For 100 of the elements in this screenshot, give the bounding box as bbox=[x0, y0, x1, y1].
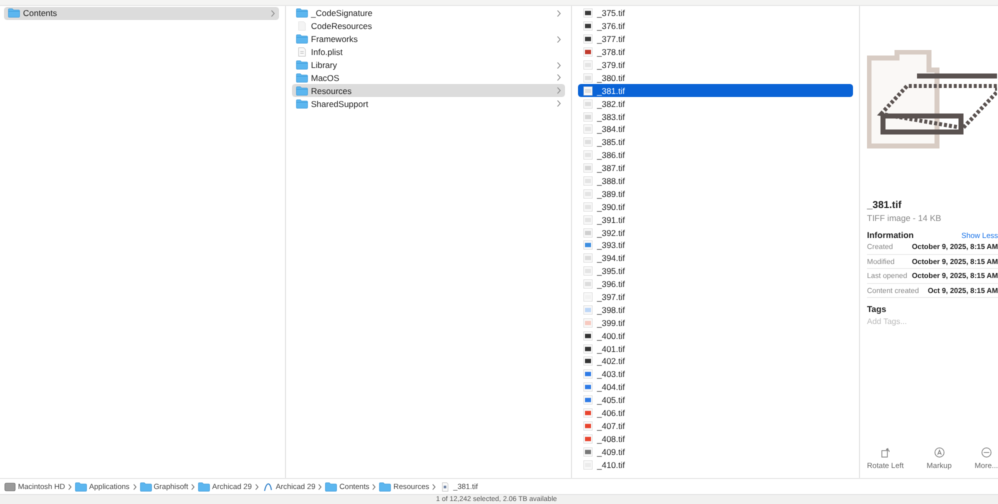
image-thumbnail-icon bbox=[582, 279, 594, 290]
app-icon bbox=[262, 482, 274, 492]
file-list-item[interactable]: _386.tif bbox=[578, 148, 853, 162]
image-thumbnail-icon bbox=[582, 150, 594, 160]
file-list-item[interactable]: _379.tif bbox=[578, 58, 853, 72]
image-thumbnail-icon bbox=[582, 60, 594, 70]
section-title: Tags bbox=[867, 304, 888, 314]
folder-icon bbox=[75, 482, 88, 492]
image-thumbnail-icon bbox=[582, 420, 594, 431]
file-kind-size: TIFF image - 14 KB bbox=[867, 213, 942, 223]
file-list-item[interactable]: _399.tif bbox=[578, 316, 853, 330]
file-list-item[interactable]: _393.tif bbox=[578, 239, 853, 252]
markup-icon bbox=[934, 447, 945, 458]
file-list-item[interactable]: _381.tif bbox=[578, 84, 853, 98]
image-thumbnail-icon bbox=[582, 8, 594, 18]
file-list-item[interactable]: _383.tif bbox=[578, 110, 853, 124]
file-list-item[interactable]: _398.tif bbox=[578, 303, 853, 316]
image-thumbnail-icon bbox=[582, 304, 594, 315]
image-thumbnail-icon bbox=[582, 292, 594, 302]
image-thumbnail-icon bbox=[582, 188, 594, 199]
rotate-icon bbox=[880, 447, 891, 458]
image-thumbnail-icon bbox=[582, 240, 594, 250]
image-thumbnail-icon bbox=[582, 163, 594, 174]
file-list-item[interactable]: _394.tif bbox=[578, 252, 853, 265]
folder-list-item[interactable]: Library bbox=[292, 58, 565, 72]
image-thumbnail-icon bbox=[582, 176, 594, 186]
folder-icon bbox=[296, 34, 308, 44]
file-list-item[interactable]: _401.tif bbox=[578, 342, 853, 356]
image-file-icon bbox=[439, 482, 452, 492]
file-list-item[interactable]: _384.tif bbox=[578, 123, 853, 136]
folder-icon bbox=[8, 8, 20, 18]
file-list-item[interactable]: _396.tif bbox=[578, 278, 853, 291]
file-list-item[interactable]: _400.tif bbox=[578, 329, 853, 342]
file-list-item[interactable]: _375.tif bbox=[578, 7, 853, 20]
image-thumbnail-icon bbox=[582, 266, 594, 276]
chevron-icon bbox=[318, 484, 322, 490]
file-list-item[interactable]: _404.tif bbox=[578, 380, 853, 394]
chevron-icon bbox=[432, 484, 436, 490]
folder-icon bbox=[296, 60, 308, 70]
file-list-item[interactable]: _403.tif bbox=[578, 368, 853, 381]
chevron-icon bbox=[191, 484, 196, 490]
file-list-item[interactable]: _406.tif bbox=[578, 406, 853, 420]
file-list-item[interactable]: _408.tif bbox=[578, 432, 853, 446]
folder-icon bbox=[296, 72, 308, 83]
folder-icon bbox=[296, 98, 308, 109]
image-thumbnail-icon bbox=[582, 253, 594, 264]
file-list-item[interactable]: _405.tif bbox=[578, 394, 853, 407]
file-list-item[interactable]: _402.tif bbox=[578, 355, 853, 368]
file-list-item[interactable]: _407.tif bbox=[578, 420, 853, 432]
image-thumbnail-icon bbox=[582, 408, 594, 418]
image-thumbnail-icon bbox=[582, 86, 594, 96]
folder-icon bbox=[296, 86, 308, 96]
tags-field[interactable]: Add Tags... bbox=[867, 317, 987, 326]
chevron-icon bbox=[254, 484, 259, 490]
document-icon bbox=[296, 47, 308, 58]
file-list-item[interactable]: _395.tif bbox=[578, 264, 853, 278]
image-thumbnail-icon bbox=[582, 318, 594, 328]
folder-list-item[interactable]: Frameworks bbox=[292, 32, 565, 46]
image-thumbnail-icon bbox=[582, 228, 594, 238]
file-list-item[interactable]: _389.tif bbox=[578, 187, 853, 200]
folder-list-item[interactable]: MacOS bbox=[292, 71, 565, 84]
file-list-item[interactable]: _410.tif bbox=[578, 458, 853, 472]
image-thumbnail-icon bbox=[582, 72, 594, 83]
folder-list-item[interactable]: Info.plist bbox=[292, 46, 565, 59]
image-thumbnail-icon bbox=[582, 98, 594, 109]
file-list-item[interactable]: _392.tif bbox=[578, 226, 853, 240]
image-thumbnail-icon bbox=[582, 434, 594, 444]
folder-list-item[interactable]: _CodeSignature bbox=[292, 7, 565, 20]
folder-list-item[interactable]: Contents bbox=[4, 7, 279, 20]
section-title: Information bbox=[867, 230, 914, 240]
image-thumbnail-icon bbox=[582, 202, 594, 212]
folder-list-item[interactable]: Resources bbox=[292, 84, 565, 98]
file-list-item[interactable]: _390.tif bbox=[578, 200, 853, 214]
file-list-item[interactable]: _385.tif bbox=[578, 136, 853, 149]
file-name: _381.tif bbox=[867, 200, 902, 211]
folder-icon bbox=[198, 482, 210, 492]
file-list-item[interactable]: _378.tif bbox=[578, 46, 853, 59]
more-icon bbox=[980, 447, 992, 458]
image-thumbnail-icon bbox=[582, 112, 594, 122]
file-list-item[interactable]: _387.tif bbox=[578, 162, 853, 175]
folder-icon bbox=[379, 482, 392, 492]
image-thumbnail-icon bbox=[582, 395, 594, 406]
file-list-item[interactable]: _377.tif bbox=[578, 32, 853, 46]
folder-list-item[interactable]: CodeResources bbox=[292, 20, 565, 33]
image-thumbnail-icon bbox=[582, 356, 594, 366]
image-thumbnail-icon bbox=[582, 47, 594, 58]
file-list-item[interactable]: _380.tif bbox=[578, 71, 853, 84]
file-list-item[interactable]: _397.tif bbox=[578, 290, 853, 304]
chevron-icon bbox=[132, 484, 137, 490]
image-thumbnail-icon bbox=[582, 137, 594, 148]
file-list-item[interactable]: _391.tif bbox=[578, 213, 853, 226]
folder-icon bbox=[296, 8, 308, 18]
image-thumbnail-icon bbox=[582, 21, 594, 32]
file-list-item[interactable]: _409.tif bbox=[578, 445, 853, 458]
file-list-item[interactable]: _382.tif bbox=[578, 97, 853, 110]
folder-list-item[interactable]: SharedSupport bbox=[292, 97, 565, 110]
image-thumbnail-icon bbox=[582, 34, 594, 44]
folder-icon bbox=[140, 482, 152, 492]
file-list-item[interactable]: _376.tif bbox=[578, 20, 853, 33]
file-list-item[interactable]: _388.tif bbox=[578, 174, 853, 188]
